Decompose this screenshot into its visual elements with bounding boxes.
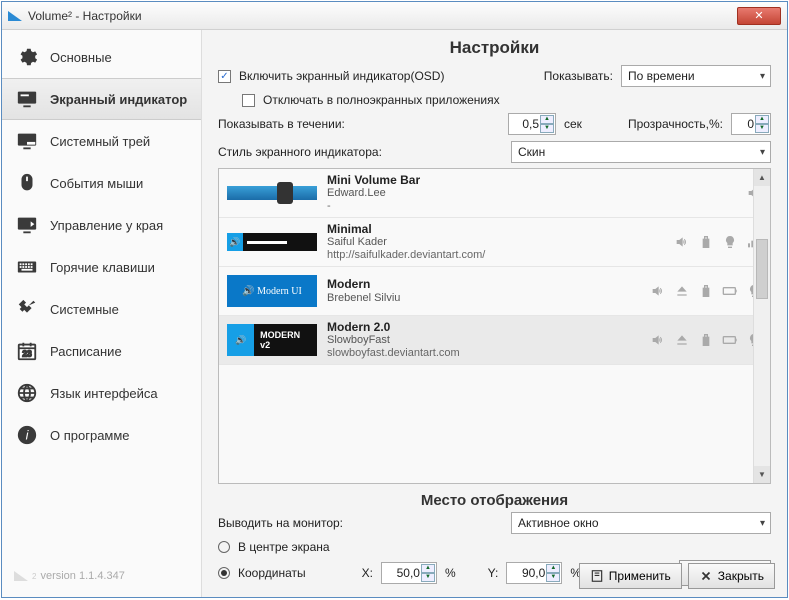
window-title: Volume² - Настройки [28,9,142,23]
skin-preview: 🔊MODERN v2 [227,324,317,356]
skin-name: Modern 2.0 [327,320,460,334]
skin-item[interactable]: Mini Volume BarEdward.Lee- [219,169,770,218]
sidebar-item-label: Системные [50,302,119,317]
opacity-label: Прозрачность,%: [628,117,723,131]
scroll-thumb[interactable] [756,239,768,299]
sidebar-item-4[interactable]: Управление у края [2,204,201,246]
duration-label: Показывать в течении: [218,117,345,131]
skin-name: Minimal [327,222,485,236]
sidebar-item-7[interactable]: 23 Расписание [2,330,201,372]
skin-author: Saiful Kader [327,236,485,249]
position-section-title: Место отображения [218,492,771,509]
info-icon: i [14,424,40,446]
skin-item[interactable]: 🔊 Modern UI ModernBrebenel Silviu [219,267,770,316]
apply-icon [590,569,604,583]
sidebar-item-5[interactable]: Горячие клавиши [2,246,201,288]
center-screen-label: В центре экрана [238,540,330,554]
skin-author: Edward.Lee [327,187,420,200]
skin-item[interactable]: 🔊MODERN v2 Modern 2.0SlowboyFastslowboyfa… [219,316,770,365]
skin-feature-icons [650,332,762,348]
close-window-button[interactable]: ✕ [737,7,781,25]
close-icon [699,569,713,583]
opacity-input[interactable]: 0▲▼ [731,113,771,135]
sidebar-item-1[interactable]: Экранный индикатор [2,78,201,120]
sidebar-item-9[interactable]: i О программе [2,414,201,456]
app-logo-icon [8,11,22,21]
skin-name: Modern [327,277,400,291]
globe-icon [14,382,40,404]
sidebar-item-label: О программе [50,428,130,443]
skin-feature-icons [674,234,762,250]
titlebar: Volume² - Настройки ✕ [2,2,787,30]
gear-icon [14,46,40,68]
skin-preview: 🔊 Modern UI [227,275,317,307]
enable-osd-label: Включить экранный индикатор(OSD) [239,69,444,83]
skin-name: Mini Volume Bar [327,173,420,187]
scroll-up-icon[interactable]: ▲ [754,169,770,186]
edge-icon [14,214,40,236]
skin-author: Brebenel Silviu [327,292,400,305]
skin-url: - [327,200,420,213]
skin-url: http://saifulkader.deviantart.com/ [327,249,485,262]
sidebar-item-label: Расписание [50,344,122,359]
logo-icon [14,571,28,581]
sidebar: Основные Экранный индикатор Системный трей… [2,30,202,597]
sidebar-item-label: Экранный индикатор [50,92,187,107]
tools-icon [14,298,40,320]
skin-item[interactable]: 🔊 MinimalSaiful Kaderhttp://saifulkader.d… [219,218,770,267]
show-mode-select[interactable]: По времени [621,65,771,87]
disable-fullscreen-label: Отключать в полноэкранных приложениях [263,93,500,107]
tray-icon [14,130,40,152]
sidebar-item-8[interactable]: Язык интерфейса [2,372,201,414]
center-screen-radio[interactable] [218,541,230,553]
close-button[interactable]: Закрыть [688,563,775,589]
skin-url: slowboyfast.deviantart.com [327,347,460,360]
skin-author: SlowboyFast [327,334,460,347]
show-mode-label: Показывать: [544,69,613,83]
apply-button[interactable]: Применить [579,563,682,589]
version-label: 2 version 1.1.4.347 [14,570,125,582]
skin-list[interactable]: Mini Volume BarEdward.Lee-🔊MinimalSaiful… [218,168,771,484]
skin-preview [227,177,317,209]
scroll-down-icon[interactable]: ▼ [754,466,770,483]
scrollbar[interactable]: ▲ ▼ [753,169,770,483]
sidebar-item-3[interactable]: События мыши [2,162,201,204]
sidebar-item-label: Системный трей [50,134,150,149]
sidebar-item-label: Основные [50,50,112,65]
sidebar-item-0[interactable]: Основные [2,36,201,78]
svg-text:23: 23 [22,350,32,359]
mouse-icon [14,172,40,194]
sidebar-item-label: Язык интерфейса [50,386,158,401]
keyboard-icon [14,256,40,278]
duration-unit: сек [564,117,582,131]
style-select[interactable]: Скин [511,141,771,163]
skin-feature-icons [650,283,762,299]
disable-fullscreen-checkbox[interactable] [242,94,255,107]
duration-input[interactable]: 0,5▲▼ [508,113,556,135]
calendar-icon: 23 [14,340,40,362]
monitor-label: Выводить на монитор: [218,516,343,530]
sidebar-item-label: Горячие клавиши [50,260,155,275]
monitor-select[interactable]: Активное окно [511,512,771,534]
page-title: Настройки [218,38,771,58]
enable-osd-checkbox[interactable]: ✓ [218,70,231,83]
sidebar-item-6[interactable]: Системные [2,288,201,330]
monitor-icon [14,88,40,110]
skin-preview: 🔊 [227,226,317,258]
style-label: Стиль экранного индикатора: [218,145,382,159]
sidebar-item-label: События мыши [50,176,143,191]
sidebar-item-label: Управление у края [50,218,163,233]
sidebar-item-2[interactable]: Системный трей [2,120,201,162]
